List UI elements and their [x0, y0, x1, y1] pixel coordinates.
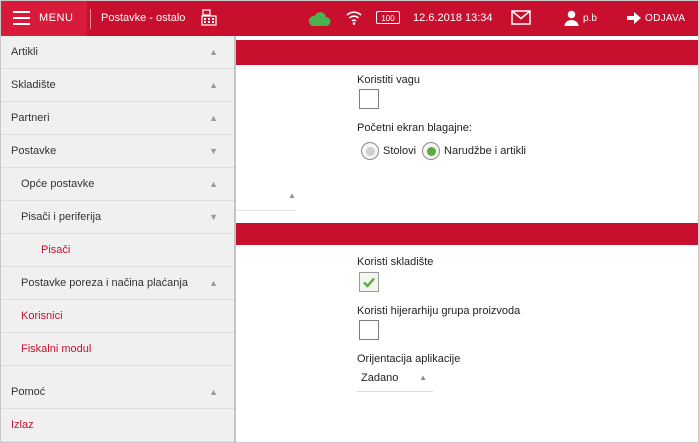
chevron-up-icon: ▲ [209, 278, 218, 288]
hamburger-icon [13, 11, 30, 25]
chevron-down-icon: ▼ [209, 212, 218, 222]
battery-icon: 100 [376, 11, 400, 24]
menu-button[interactable]: MENU [1, 1, 87, 36]
radio-narudzbe-i-artikli[interactable] [422, 142, 441, 160]
page-title: Postavke - ostalo [101, 12, 186, 24]
sidebar-item-label: Pisači [41, 244, 71, 256]
wifi-icon [346, 11, 362, 25]
logout-button[interactable]: ODJAVA [645, 13, 685, 24]
cloud-icon [308, 12, 331, 26]
arrow-right-icon[interactable] [627, 12, 641, 24]
radio-label-stolovi: Stolovi [383, 145, 417, 157]
sidebar-item-postavke-poreza[interactable]: Postavke poreza i načina plaćanja ▲ [1, 267, 234, 300]
sidebar-item-fiskalni-modul[interactable]: Fiskalni modul [1, 333, 234, 366]
pocetni-ekran-radio-group: Stolovi Narudžbe i artikli [361, 142, 532, 160]
chevron-up-icon: ▲ [288, 191, 296, 200]
menu-label: MENU [39, 12, 74, 24]
section-header-band [236, 40, 698, 65]
sidebar-item-label: Korisnici [21, 310, 63, 322]
koristiti-vagu-label: Koristiti vagu [357, 74, 420, 86]
sidebar-item-label: Opće postavke [21, 178, 95, 190]
sidebar-item-pisaci[interactable]: Pisači [1, 234, 234, 267]
cash-register-icon [201, 9, 217, 26]
koristi-skladiste-label: Koristi skladište [357, 256, 434, 268]
sidebar-item-label: Partneri [11, 112, 50, 124]
chevron-up-icon: ▲ [209, 80, 218, 90]
sidebar-item-skladiste[interactable]: Skladište ▲ [1, 69, 234, 102]
sidebar-item-label: Izlaz [11, 419, 34, 431]
user-name[interactable]: p.b [583, 13, 597, 24]
checkmark-icon [363, 277, 375, 288]
sidebar-item-postavke[interactable]: Postavke ▼ [1, 135, 234, 168]
sidebar-item-partneri[interactable]: Partneri ▲ [1, 102, 234, 135]
koristi-skladiste-checkbox[interactable] [359, 272, 379, 292]
mail-icon[interactable] [511, 10, 531, 25]
sidebar-item-label: Artikli [11, 46, 38, 58]
sidebar-item-label: Postavke [11, 145, 57, 157]
sidebar-item-artikli[interactable]: Artikli ▲ [1, 36, 234, 69]
datetime: 12.6.2018 13:34 [413, 12, 493, 24]
sidebar-item-label: Pisači i periferija [21, 211, 102, 223]
sidebar-item-pisaci-i-periferija[interactable]: Pisači i periferija ▼ [1, 201, 234, 234]
sidebar-item-opce-postavke[interactable]: Opće postavke ▲ [1, 168, 234, 201]
chevron-down-icon: ▼ [209, 146, 218, 156]
settings-panel: Koristiti vagu Početni ekran blagajne: S… [236, 36, 698, 442]
user-icon [564, 10, 579, 26]
app-window: MENU Postavke - ostalo 100 12.6.2018 13:… [0, 0, 699, 443]
sidebar-item-label: Skladište [11, 79, 56, 91]
sidebar-item-label: Postavke poreza i načina plaćanja [21, 277, 188, 289]
orijentacija-select[interactable]: Zadano ▲ [357, 367, 433, 392]
radio-label-narudzbe: Narudžbe i artikli [444, 145, 526, 157]
sidebar-item-label: Pomoć [11, 386, 46, 398]
chevron-up-icon: ▲ [209, 113, 218, 123]
hijerarhija-checkbox[interactable] [359, 320, 379, 340]
dropdown-select[interactable]: ▲ [236, 182, 296, 211]
pocetni-ekran-label: Početni ekran blagajne: [357, 122, 472, 134]
chevron-up-icon: ▲ [419, 373, 427, 382]
radio-stolovi[interactable] [361, 142, 379, 160]
sidebar-item-label: Fiskalni modul [21, 343, 92, 355]
hijerarhija-label: Koristi hijerarhiju grupa proizvoda [357, 305, 521, 317]
chevron-up-icon: ▲ [209, 387, 218, 397]
chevron-up-icon: ▲ [209, 47, 218, 57]
section-header-band [236, 223, 698, 245]
sidebar-item-korisnici[interactable]: Korisnici [1, 300, 234, 333]
top-bar: MENU Postavke - ostalo 100 12.6.2018 13:… [1, 1, 698, 36]
sidebar: Artikli ▲ Skladište ▲ Partneri ▲ Postavk… [1, 36, 236, 442]
sidebar-item-izlaz[interactable]: Izlaz [1, 409, 234, 442]
chevron-up-icon: ▲ [209, 179, 218, 189]
orijentacija-value: Zadano [361, 372, 399, 384]
orijentacija-label: Orijentacija aplikacije [357, 353, 461, 365]
koristiti-vagu-checkbox[interactable] [359, 89, 379, 109]
divider [90, 9, 91, 29]
sidebar-item-pomoc[interactable]: Pomoć ▲ [1, 376, 234, 409]
